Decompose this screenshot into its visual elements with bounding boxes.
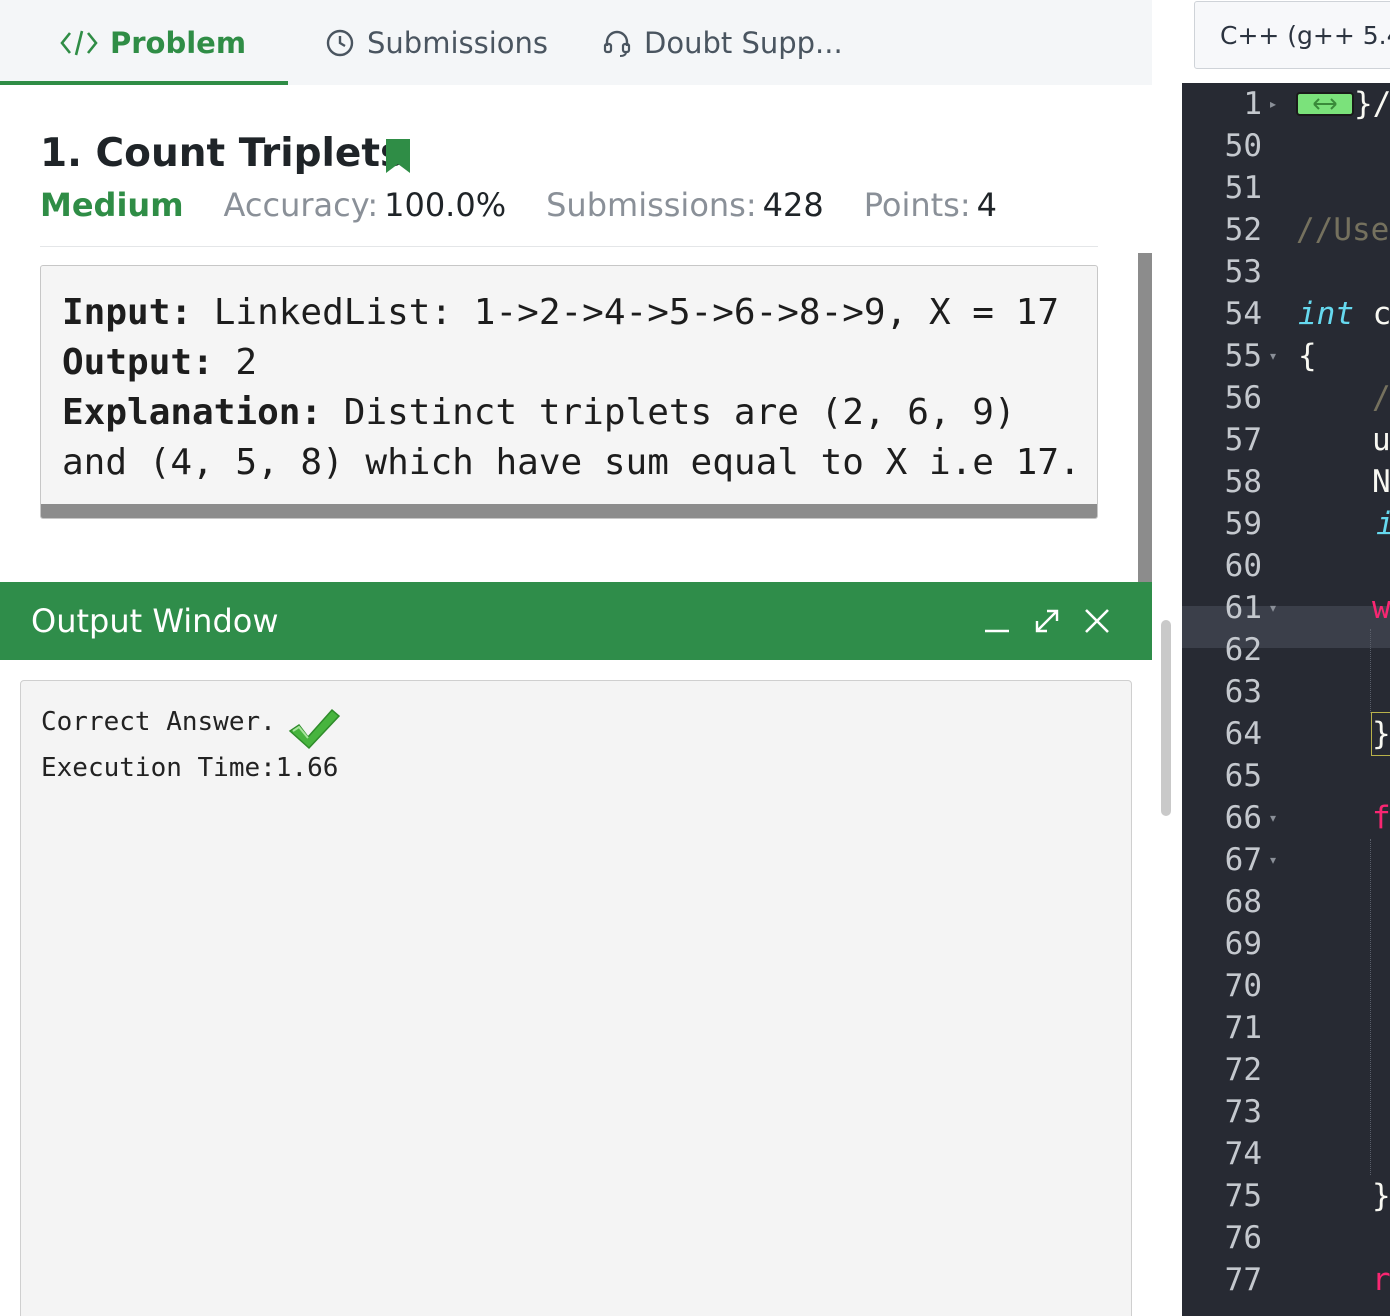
close-icon[interactable] [1082,582,1112,660]
line-number: 77 [1224,1262,1262,1298]
code-line-75: } [1372,1178,1390,1214]
indent-guide [1370,629,1371,713]
line-number: 71 [1224,1010,1262,1046]
output-window: Correct Answer. Execution Time:1.66 [0,660,1152,1316]
divider [40,246,1098,247]
accuracy-label: Accuracy: [223,186,379,224]
code-line-59: i [1376,503,1390,545]
line-number: 61 [1224,590,1262,626]
code-line-52: //Use [1296,212,1390,248]
line-number: 54 [1224,296,1262,332]
explanation-value: Distinct triplets are (2, 6, 9) [322,392,1016,433]
output-window-header: Output Window [0,582,1152,660]
code-line-56: / [1372,380,1390,416]
tab-doubt-support[interactable]: Doubt Supp... [602,0,843,85]
line-number: 69 [1224,926,1262,962]
line-number: 63 [1224,674,1262,710]
headset-icon [602,28,632,58]
line-number: 56 [1224,380,1262,416]
output-console: Correct Answer. Execution Time:1.66 [20,680,1132,1316]
explanation-continuation: and (4, 5, 8) which have sum equal to X … [62,442,1081,483]
line-number: 50 [1224,128,1262,164]
line-number: 67 [1224,842,1262,878]
line-number: 70 [1224,968,1262,1004]
code-line-61: w [1372,590,1390,626]
line-number: 75 [1224,1178,1262,1214]
code-editor[interactable]: 1 50 51 52 53 54 55 56 57 58 59 60 61 62… [1182,83,1390,1316]
code-line-58: N [1372,464,1390,500]
code-line-64: } [1371,712,1390,756]
minimize-icon[interactable] [982,582,1012,660]
line-number: 60 [1224,548,1262,584]
bookmark-icon[interactable] [384,138,412,174]
input-value: LinkedList: 1->2->4->5->6->8->9, X = 17 [192,292,1059,333]
line-number: 52 [1224,212,1262,248]
code-line-55: { [1298,338,1317,374]
output-label: Output: [62,342,214,383]
problem-panel: 1. Count Triplets Medium Accuracy: 100.0… [0,85,1140,582]
fold-arrow-icon[interactable]: ▾ [1270,335,1276,377]
code-line-66: f [1372,800,1390,836]
line-number: 55 [1224,338,1262,374]
line-number: 51 [1224,170,1262,206]
code-line-77: r [1372,1262,1390,1298]
difficulty-badge: Medium [40,186,184,224]
line-number: 65 [1224,758,1262,794]
line-number: 62 [1224,632,1262,668]
problem-title: 1. Count Triplets [40,131,404,176]
line-number: 57 [1224,422,1262,458]
expand-icon[interactable] [1032,582,1062,660]
tab-submissions-label: Submissions [367,25,549,60]
line-number: 58 [1224,464,1262,500]
checkmark-icon [288,708,341,750]
input-label: Input: [62,292,193,333]
line-number: 53 [1224,254,1262,290]
code-icon [60,29,98,57]
problem-scrollbar[interactable] [1138,253,1152,582]
tab-problem[interactable]: Problem [60,0,246,85]
line-number: 68 [1224,884,1262,920]
fold-arrow-icon[interactable]: ▸ [1270,83,1276,125]
line-number: 1 [1243,86,1262,122]
points-label: Points: [863,186,971,224]
tab-submissions[interactable]: Submissions [325,0,548,85]
problem-tab-bar: Problem Submissions Doubt Supp... [0,0,1152,85]
accuracy-value: 100.0% [384,186,507,224]
fold-arrow-icon[interactable]: ▾ [1270,587,1276,629]
line-number: 64 [1224,716,1262,752]
submissions-label: Submissions: [546,186,757,224]
code-keyword-int: int [1298,296,1354,332]
line-number: 74 [1224,1136,1262,1172]
line-number: 66 [1224,800,1262,836]
tab-doubt-support-label: Doubt Supp... [644,25,843,60]
problem-meta: Medium Accuracy: 100.0% Submissions: 428… [40,186,1037,224]
output-value: 2 [213,342,258,383]
clock-icon [325,28,355,58]
explanation-label: Explanation: [62,392,323,433]
example-text: Input: LinkedList: 1->2->4->5->6->8->9, … [62,288,1081,488]
code-line-54: c [1354,296,1390,332]
folded-code-icon[interactable] [1296,92,1354,116]
line-number: 73 [1224,1094,1262,1130]
fold-arrow-icon[interactable]: ▾ [1270,797,1276,839]
horizontal-scrollbar[interactable] [41,504,1097,518]
line-number: 72 [1224,1052,1262,1088]
output-scrollbar[interactable] [1161,620,1171,816]
indent-guide [1370,839,1371,1175]
line-number: 76 [1224,1220,1262,1256]
line-number: 59 [1224,506,1262,542]
example-block: Input: LinkedList: 1->2->4->5->6->8->9, … [40,265,1098,519]
points-value: 4 [976,186,997,224]
execution-time: Execution Time:1.66 [41,753,339,783]
code-line-1: }/ [1354,86,1390,122]
tab-problem-label: Problem [110,25,247,60]
output-window-title: Output Window [31,602,279,640]
language-select[interactable]: C++ (g++ 5.4) [1194,1,1390,69]
result-text: Correct Answer. [41,707,276,737]
code-line-57: u [1372,422,1390,458]
fold-arrow-icon[interactable]: ▾ [1270,839,1276,881]
submissions-value: 428 [762,186,824,224]
